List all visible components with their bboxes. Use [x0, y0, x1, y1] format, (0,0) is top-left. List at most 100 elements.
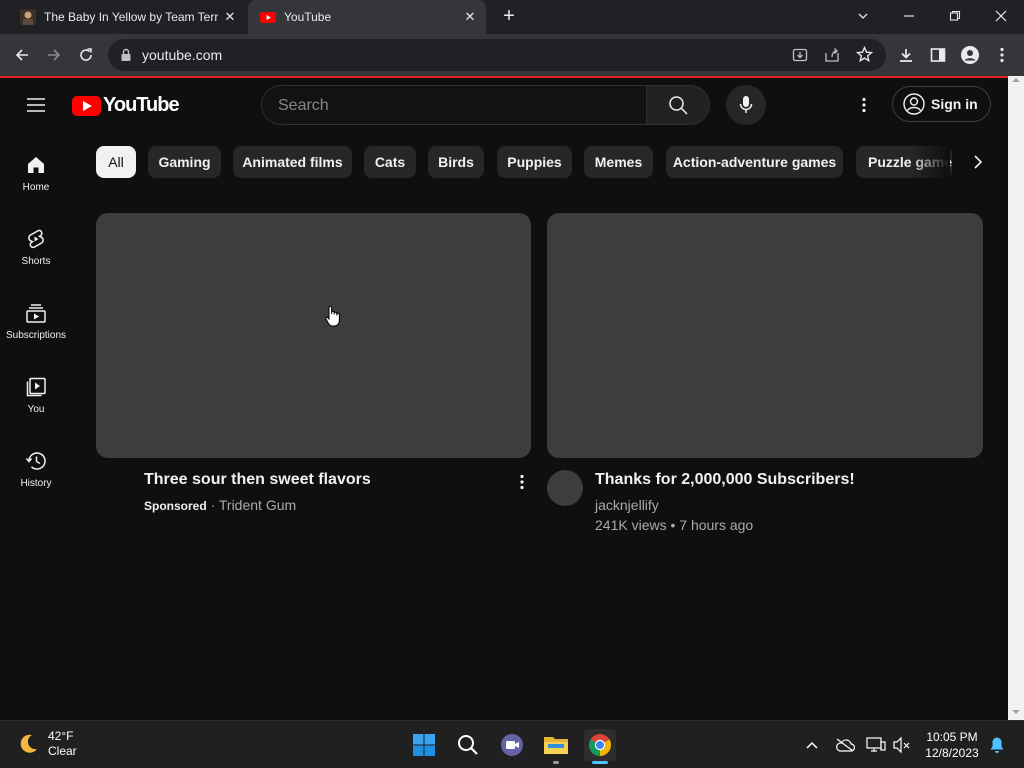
- sign-in-button[interactable]: Sign in: [892, 86, 991, 122]
- browser-toolbar: youtube.com: [0, 34, 1024, 76]
- sidebar-item-label: Shorts: [21, 256, 51, 267]
- site-info-lock-icon[interactable]: [120, 48, 132, 67]
- windows-start-button[interactable]: [408, 729, 440, 761]
- reload-icon[interactable]: [74, 43, 98, 67]
- taskbar-teams-chat[interactable]: [496, 729, 528, 761]
- separator-dot: ·: [210, 497, 219, 513]
- sidebar-item-history[interactable]: History: [0, 428, 72, 498]
- address-url: youtube.com: [142, 47, 223, 63]
- chip-cats[interactable]: Cats: [364, 146, 416, 178]
- scroll-up-arrow-icon[interactable]: [1012, 78, 1020, 82]
- video-views-age: 241K views • 7 hours ago: [595, 517, 754, 533]
- sponsored-badge: Sponsored: [144, 499, 207, 513]
- search-icon: [458, 735, 478, 755]
- hand-cursor-icon: [325, 305, 341, 332]
- folder-icon: [544, 737, 568, 754]
- youtube-favicon-icon: [260, 9, 276, 25]
- downloads-icon[interactable]: [894, 43, 918, 67]
- channel-avatar[interactable]: [547, 470, 583, 506]
- video-channel[interactable]: jacknjellify: [595, 497, 659, 513]
- volume-muted-icon[interactable]: [890, 733, 914, 757]
- tab-favicon-icon: [20, 9, 36, 25]
- video-thumbnail[interactable]: [547, 213, 983, 458]
- tab-youtube[interactable]: YouTube ✕: [248, 0, 486, 34]
- scroll-down-arrow-icon[interactable]: [1012, 710, 1020, 714]
- search-icon: [669, 96, 688, 115]
- search-box: [261, 85, 647, 125]
- video-title[interactable]: Three sour then sweet flavors: [144, 471, 371, 489]
- new-tab-button[interactable]: +: [498, 6, 520, 28]
- hamburger-menu-icon[interactable]: [24, 93, 48, 117]
- subscriptions-icon: [26, 304, 46, 323]
- tab-close-icon[interactable]: ✕: [218, 9, 242, 25]
- voice-search-button[interactable]: [726, 85, 766, 125]
- video-title[interactable]: Thanks for 2,000,000 Subscribers!: [595, 471, 855, 489]
- network-display-icon[interactable]: [864, 733, 888, 757]
- tab-search-icon[interactable]: [849, 4, 877, 30]
- chips-next-chevron-icon[interactable]: [962, 148, 994, 176]
- active-indicator: [592, 761, 608, 764]
- chip-puppies[interactable]: Puppies: [497, 146, 572, 178]
- video-more-options-icon[interactable]: [512, 472, 532, 492]
- side-panel-icon[interactable]: [926, 43, 950, 67]
- close-window-button[interactable]: [987, 4, 1015, 30]
- sidebar-item-subscriptions[interactable]: Subscriptions: [0, 280, 72, 350]
- chip-gaming[interactable]: Gaming: [148, 146, 221, 178]
- show-hidden-icons-chevron-icon[interactable]: [800, 733, 824, 757]
- sidebar-item-label: Home: [22, 182, 50, 193]
- sidebar-item-home[interactable]: Home: [0, 132, 72, 202]
- windows-taskbar: 42°F Clear 10:05 PM 12/8/2023: [0, 720, 1024, 768]
- you-library-icon: [26, 377, 46, 397]
- weather-widget[interactable]: 42°F Clear: [16, 729, 77, 759]
- sign-in-label: Sign in: [931, 96, 978, 112]
- restore-button[interactable]: [941, 4, 969, 30]
- account-circle-icon: [903, 93, 925, 115]
- system-clock[interactable]: 10:05 PM 12/8/2023: [916, 729, 988, 761]
- page-scrollbar[interactable]: [1008, 76, 1024, 720]
- sidebar-item-shorts[interactable]: Shorts: [0, 206, 72, 276]
- search-button[interactable]: [646, 85, 710, 125]
- taskbar-file-explorer[interactable]: [540, 729, 572, 764]
- sidebar-item-label: You: [27, 404, 45, 415]
- clock-date: 12/8/2023: [925, 746, 979, 760]
- chip-birds[interactable]: Birds: [428, 146, 484, 178]
- bookmark-star-icon[interactable]: [855, 45, 874, 68]
- install-app-icon[interactable]: [792, 47, 808, 68]
- search-input[interactable]: [278, 95, 618, 117]
- chip-action-adventure-games[interactable]: Action-adventure games: [666, 146, 843, 178]
- video-thumbnail[interactable]: [96, 213, 531, 458]
- tab-title: YouTube: [284, 10, 332, 24]
- sidebar-item-label: History: [20, 478, 52, 489]
- microphone-icon: [739, 96, 753, 113]
- chip-memes[interactable]: Memes: [584, 146, 653, 178]
- youtube-header: YouTube Sign in: [0, 78, 1008, 132]
- taskbar-chrome[interactable]: [584, 729, 616, 764]
- back-arrow-icon[interactable]: [10, 43, 34, 67]
- youtube-logo[interactable]: YouTube: [72, 94, 180, 117]
- sidebar-item-you[interactable]: You: [0, 354, 72, 424]
- windows-logo-icon: [413, 734, 435, 756]
- category-chips-bar: All Gaming Animated films Cats Birds Pup…: [96, 144, 996, 178]
- taskbar-search-button[interactable]: [452, 729, 484, 761]
- tab-baby-in-yellow[interactable]: The Baby In Yellow by Team Terrible ✕: [8, 0, 246, 34]
- browser-menu-icon[interactable]: [990, 43, 1014, 67]
- profile-avatar-icon[interactable]: [958, 43, 982, 67]
- chips-fade-overlay: [910, 144, 950, 178]
- settings-more-icon[interactable]: [852, 93, 876, 117]
- moon-icon: [20, 734, 37, 753]
- history-icon: [25, 452, 46, 470]
- notification-bell-icon[interactable]: [985, 733, 1009, 757]
- onedrive-cloud-icon[interactable]: [833, 733, 857, 757]
- chat-video-icon: [501, 734, 523, 756]
- minimize-button[interactable]: [895, 4, 923, 30]
- chip-animated-films[interactable]: Animated films: [233, 146, 352, 178]
- weather-temperature: 42°F: [48, 729, 74, 743]
- video-channel-line: Sponsored · Trident Gum: [144, 497, 296, 513]
- browser-tab-strip: The Baby In Yellow by Team Terrible ✕ Yo…: [0, 0, 1024, 34]
- forward-arrow-icon[interactable]: [42, 43, 66, 67]
- tab-close-icon[interactable]: ✕: [458, 9, 482, 25]
- address-bar[interactable]: youtube.com: [108, 39, 886, 71]
- share-icon[interactable]: [824, 47, 840, 68]
- video-channel[interactable]: Trident Gum: [219, 497, 296, 513]
- chip-all[interactable]: All: [96, 146, 136, 178]
